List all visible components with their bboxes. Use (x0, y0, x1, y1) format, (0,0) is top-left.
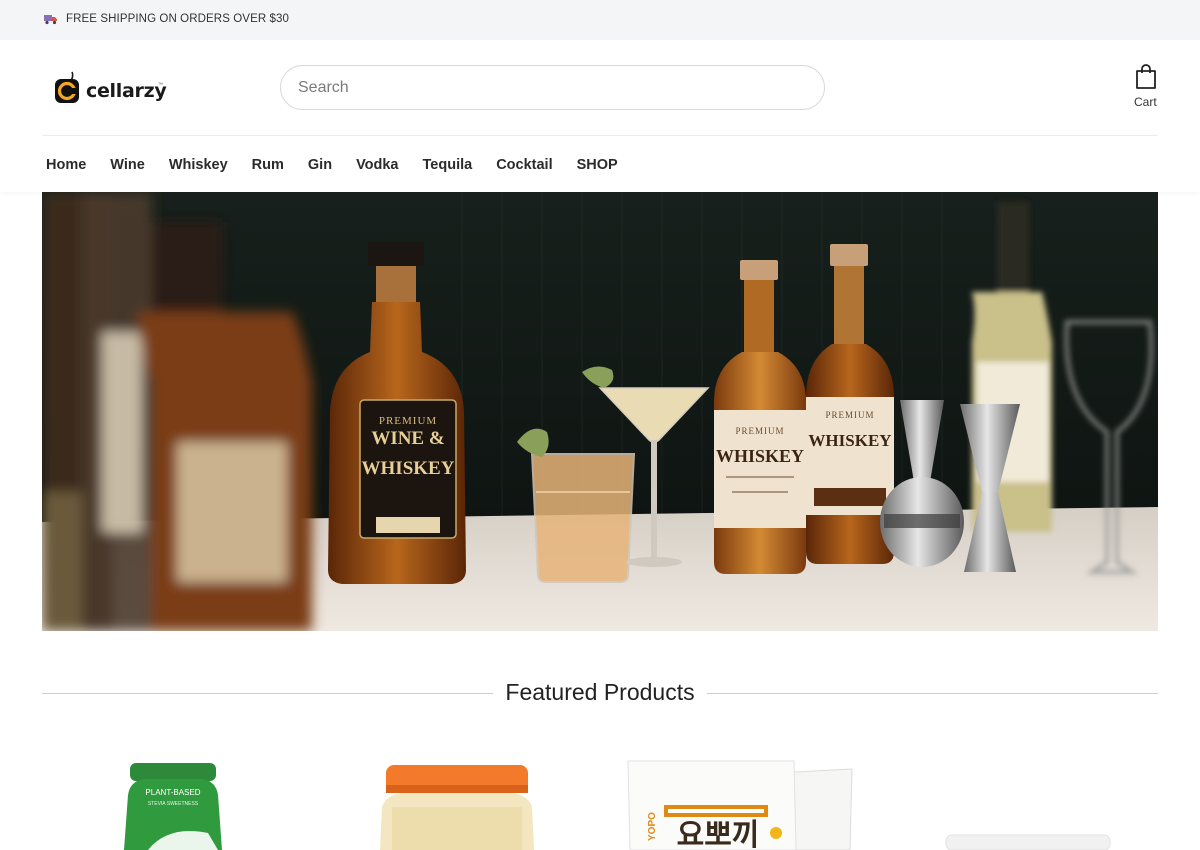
hero-image: PREMIUM WINE & WHISKEY PREMIUM WHISKEY P… (42, 192, 1158, 631)
cart-button[interactable]: Cart (1128, 64, 1164, 110)
svg-text:WHISKEY: WHISKEY (808, 431, 891, 450)
cart-label: Cart (1134, 95, 1157, 109)
svg-text:PREMIUM: PREMIUM (379, 415, 437, 427)
shopping-bag-icon (1136, 64, 1156, 89)
nav-item-home[interactable]: Home (46, 157, 86, 177)
header-divider (42, 135, 1158, 136)
product-image: YOPO 요뽀끼 (627, 760, 853, 850)
nav-item-shop[interactable]: SHOP (577, 157, 618, 177)
svg-text:PLANT-BASED: PLANT-BASED (145, 788, 200, 797)
site-logo[interactable]: cellarzy ™ (54, 70, 167, 106)
product-card[interactable]: PLANT-BASED STEVIA SWEETNESS (118, 755, 228, 850)
shipping-message: FREE SHIPPING ON ORDERS OVER $30 (66, 13, 290, 25)
svg-text:요뽀끼: 요뽀끼 (677, 818, 760, 850)
truck-icon (44, 15, 57, 25)
featured-products-heading: Featured Products (505, 679, 695, 705)
search-input[interactable] (280, 65, 825, 110)
product-image: PLANT-BASED STEVIA SWEETNESS (124, 763, 222, 850)
site-header: cellarzy ™ Cart Home Wine Whiskey Rum Gi… (0, 40, 1200, 192)
nav-item-cocktail[interactable]: Cocktail (496, 157, 552, 177)
logo-trademark: ™ (158, 82, 163, 88)
svg-text:WHISKEY: WHISKEY (362, 458, 455, 479)
product-image (380, 765, 534, 850)
nav-item-gin[interactable]: Gin (308, 157, 332, 177)
nav-item-tequila[interactable]: Tequila (423, 157, 473, 177)
svg-text:PREMIUM: PREMIUM (735, 426, 784, 436)
product-card[interactable]: YOPO 요뽀끼 (626, 755, 858, 850)
svg-text:PREMIUM: PREMIUM (825, 410, 874, 420)
nav-item-rum[interactable]: Rum (252, 157, 284, 177)
logo-wordmark: cellarzy (86, 80, 167, 102)
svg-text:STEVIA SWEETNESS: STEVIA SWEETNESS (148, 801, 199, 807)
logo-mark-icon (55, 71, 79, 103)
nav-item-whiskey[interactable]: Whiskey (169, 157, 228, 177)
hero-banner[interactable]: PREMIUM WINE & WHISKEY PREMIUM WHISKEY P… (42, 192, 1158, 631)
main-nav: Home Wine Whiskey Rum Gin Vodka Tequila … (46, 157, 642, 177)
svg-text:WINE &: WINE & (371, 428, 444, 449)
svg-text:WHISKEY: WHISKEY (716, 446, 804, 466)
product-image (945, 834, 1111, 850)
announcement-bar: FREE SHIPPING ON ORDERS OVER $30 (0, 0, 1200, 40)
nav-item-wine[interactable]: Wine (110, 157, 145, 177)
product-card[interactable] (372, 755, 542, 850)
svg-text:YOPO: YOPO (647, 812, 658, 841)
product-card[interactable] (940, 755, 1115, 850)
nav-item-vodka[interactable]: Vodka (356, 157, 398, 177)
